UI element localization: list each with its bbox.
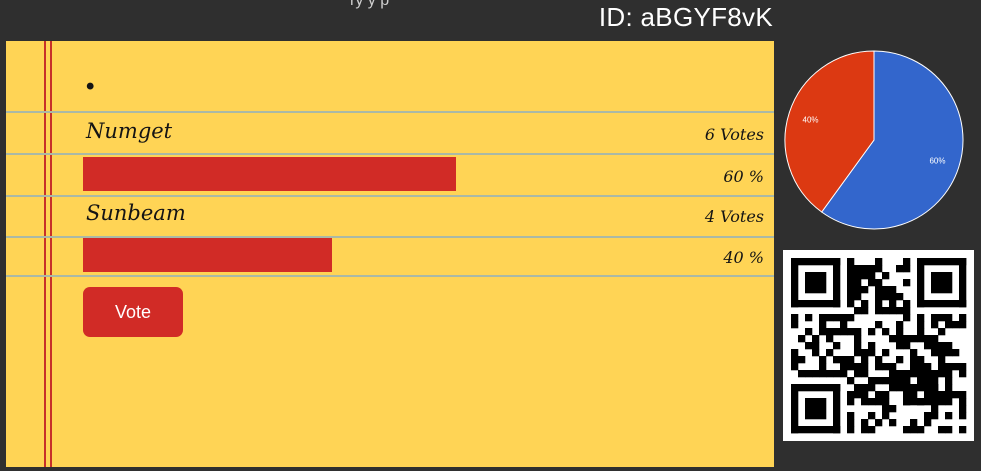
poll-title: • — [86, 73, 95, 100]
option-name: Numget — [86, 119, 173, 143]
header-partial-text: ry y p — [350, 0, 390, 9]
vote-button[interactable]: Vote — [83, 287, 183, 337]
option-bar-fill — [83, 238, 332, 272]
pie-data-label: 40% — [803, 115, 819, 124]
rule-line — [6, 153, 774, 155]
option-votes: 4 Votes — [704, 207, 764, 226]
option-bar — [83, 157, 503, 191]
option-bar — [83, 238, 503, 272]
margin-line — [44, 41, 46, 467]
option-name: Sunbeam — [86, 201, 186, 225]
rule-line — [6, 275, 774, 277]
results-pie-chart: 60% 40% — [784, 50, 964, 230]
rule-line — [6, 195, 774, 197]
poll-card: • Numget 6 Votes 60 % Sunbeam 4 Votes 40… — [6, 41, 774, 467]
margin-line — [50, 41, 52, 467]
option-bar-fill — [83, 157, 456, 191]
pie-data-label: 60% — [929, 157, 945, 166]
option-percent: 40 % — [723, 248, 764, 267]
poll-id: ID: aBGYF8vK — [598, 2, 773, 32]
rule-line — [6, 111, 774, 113]
option-percent: 60 % — [723, 167, 764, 186]
qr-code-icon — [783, 250, 974, 441]
option-votes: 6 Votes — [704, 125, 764, 144]
